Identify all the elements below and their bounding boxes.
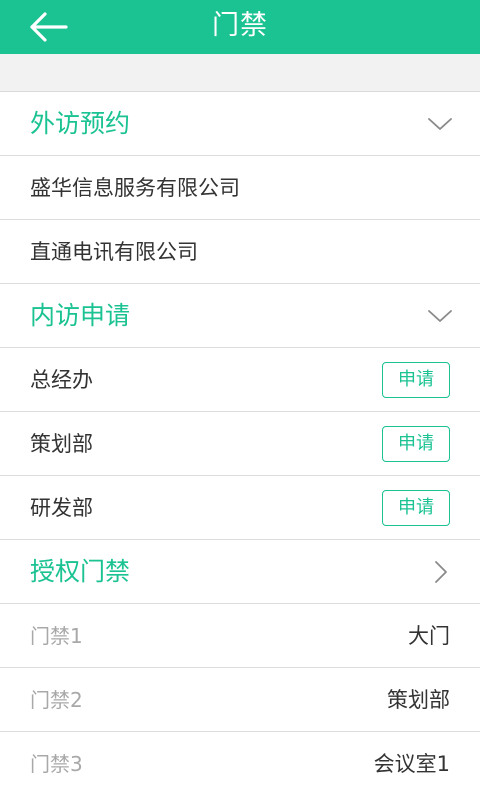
door-name: 门禁3 [30, 752, 83, 776]
chevron-down-icon [426, 304, 454, 328]
page-title: 门禁 [212, 10, 268, 41]
door-location: 大门 [408, 624, 450, 648]
section-header-auth[interactable]: 授权门禁 [0, 540, 480, 604]
section-header-internal[interactable]: 内访申请 [0, 284, 480, 348]
company-name: 直通电讯有限公司 [30, 240, 198, 264]
section-title-internal: 内访申请 [30, 301, 131, 330]
list-item-department: 策划部 申请 [0, 412, 480, 476]
company-name: 盛华信息服务有限公司 [30, 176, 240, 200]
app-header: 门禁 [0, 0, 480, 54]
chevron-down-icon [426, 112, 454, 136]
section-title-auth: 授权门禁 [30, 557, 131, 586]
list-item-door[interactable]: 门禁2 策划部 [0, 668, 480, 732]
door-name: 门禁1 [30, 624, 83, 648]
chevron-right-icon [426, 560, 454, 584]
department-name: 策划部 [30, 432, 93, 456]
list-item-department: 研发部 申请 [0, 476, 480, 540]
section-header-visit[interactable]: 外访预约 [0, 92, 480, 156]
section-title-visit: 外访预约 [30, 109, 131, 138]
list-item-visit-company[interactable]: 盛华信息服务有限公司 [0, 156, 480, 220]
door-location: 策划部 [387, 688, 450, 712]
list-item-door[interactable]: 门禁3 会议室1 [0, 732, 480, 796]
list-item-visit-company[interactable]: 直通电讯有限公司 [0, 220, 480, 284]
header-spacer [0, 54, 480, 92]
door-location: 会议室1 [373, 752, 450, 776]
apply-button[interactable]: 申请 [382, 362, 450, 398]
apply-button[interactable]: 申请 [382, 426, 450, 462]
list-item-door[interactable]: 门禁1 大门 [0, 604, 480, 668]
apply-button[interactable]: 申请 [382, 490, 450, 526]
access-list: 外访预约 盛华信息服务有限公司 直通电讯有限公司 内访申请 总经办 申请 策划部… [0, 92, 480, 796]
list-item-department: 总经办 申请 [0, 348, 480, 412]
door-name: 门禁2 [30, 688, 83, 712]
department-name: 总经办 [30, 368, 93, 392]
department-name: 研发部 [30, 496, 93, 520]
